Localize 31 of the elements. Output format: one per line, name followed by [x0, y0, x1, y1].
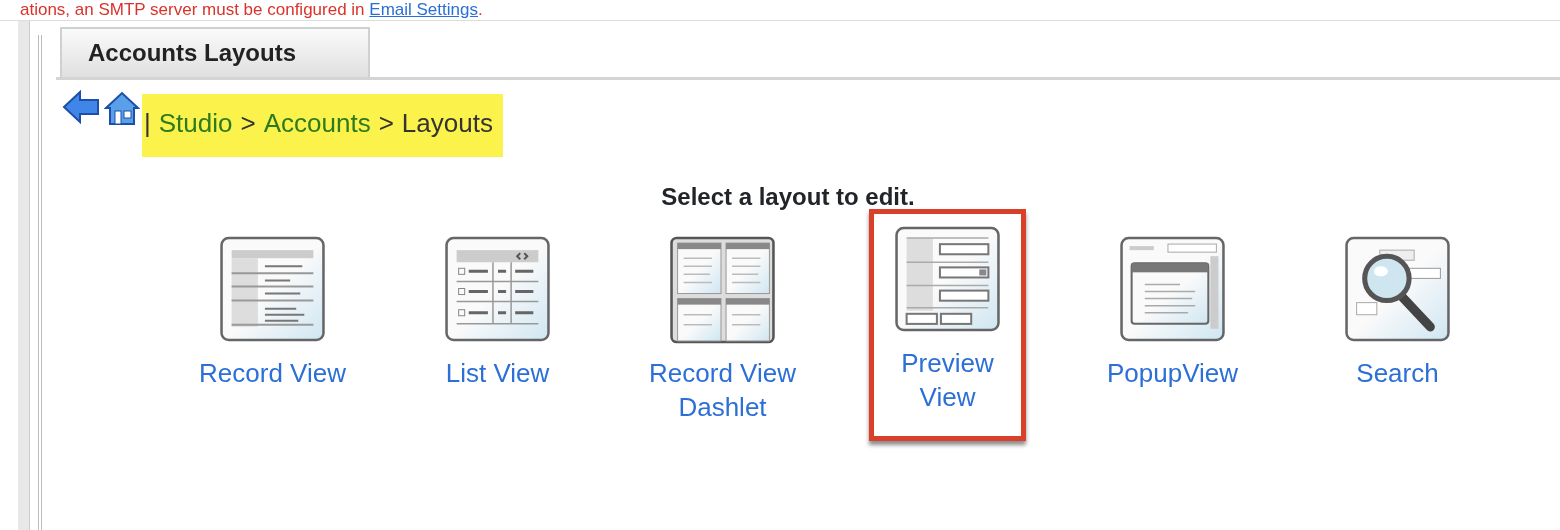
- layout-link[interactable]: Preview View: [880, 346, 1015, 414]
- layout-option[interactable]: PopupView: [1095, 231, 1250, 395]
- breadcrumb-separator: >: [378, 107, 394, 140]
- layout-link[interactable]: Record View: [199, 356, 346, 390]
- popup-window-icon[interactable]: [1119, 236, 1226, 344]
- layout-option[interactable]: Preview View: [869, 209, 1026, 441]
- back-arrow-icon[interactable]: [62, 90, 100, 124]
- breadcrumb-current: Layouts: [401, 107, 493, 140]
- layout-option[interactable]: Record View Dashlet: [610, 231, 835, 429]
- breadcrumb-separator: >: [240, 107, 256, 140]
- layout-link[interactable]: PopupView: [1106, 356, 1239, 390]
- layout-option[interactable]: Search: [1333, 231, 1462, 395]
- heading: Select a layout to edit.: [660, 182, 916, 212]
- breadcrumb-link[interactable]: Studio: [158, 104, 233, 143]
- layout-link[interactable]: List View: [445, 356, 550, 390]
- tab[interactable]: Accounts Layouts: [60, 27, 370, 77]
- layout-link[interactable]: Record View Dashlet: [621, 356, 824, 424]
- home-icon[interactable]: [104, 90, 140, 126]
- magnifier-icon[interactable]: [1344, 236, 1451, 344]
- notice-text: .: [477, 0, 483, 19]
- record-view-icon[interactable]: [219, 236, 326, 344]
- breadcrumb-separator: |: [144, 107, 151, 140]
- layout-option[interactable]: List View: [433, 231, 562, 395]
- dashlet-layout-icon[interactable]: [669, 236, 776, 344]
- layout-option[interactable]: Record View: [188, 231, 357, 395]
- email-settings-link[interactable]: Email Settings: [369, 0, 478, 19]
- notice-text: ations, an SMTP server must be configured in: [20, 0, 366, 19]
- breadcrumb-link[interactable]: Accounts: [263, 104, 371, 143]
- list-view-icon[interactable]: [444, 236, 551, 344]
- preview-view-icon[interactable]: [894, 226, 1001, 334]
- layout-link[interactable]: Search: [1356, 356, 1439, 390]
